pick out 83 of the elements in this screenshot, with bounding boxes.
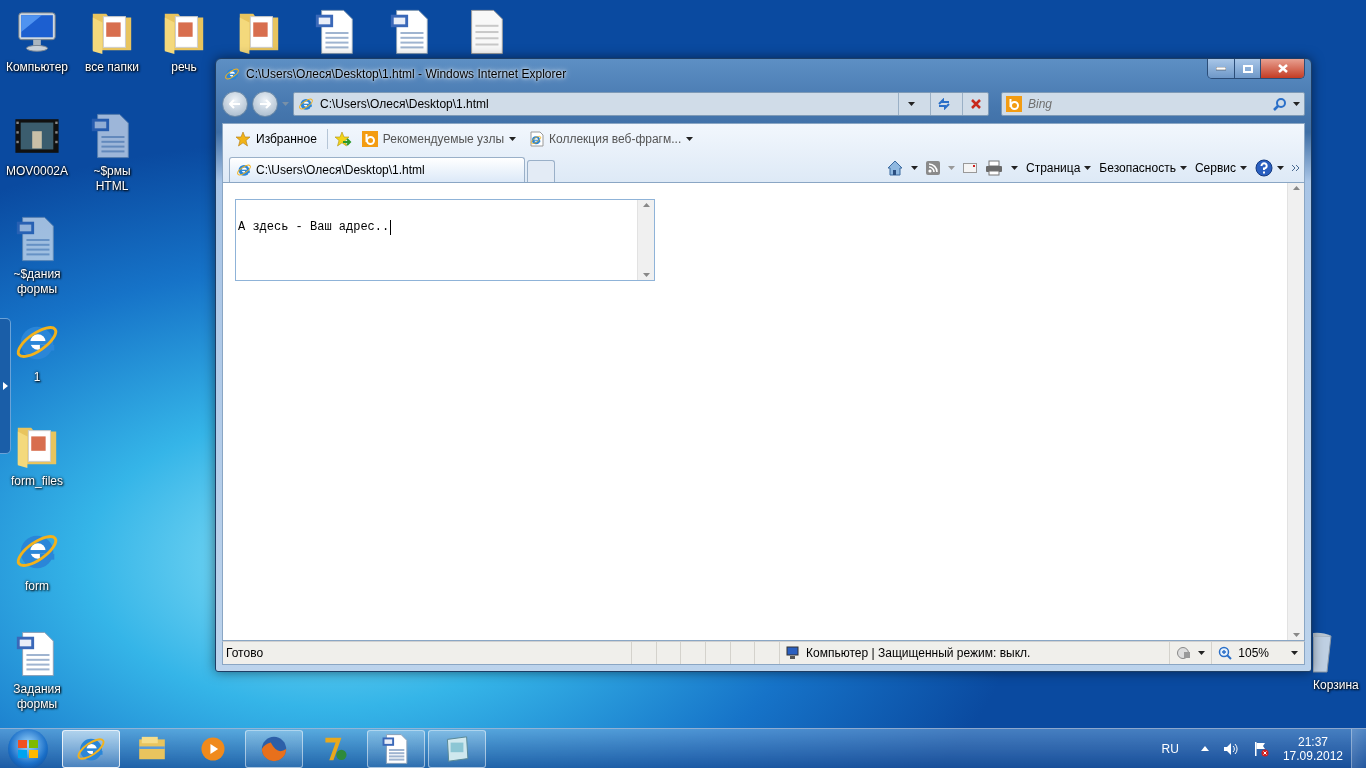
scroll-up-icon	[1292, 186, 1300, 190]
caret-icon	[1240, 166, 1247, 170]
menu-button[interactable]: Сервис	[1194, 161, 1247, 175]
taskbar-button[interactable]	[367, 729, 425, 768]
show-hidden-icons-icon[interactable]	[1200, 746, 1209, 751]
desktop-icon[interactable]: ~$рмы HTML	[74, 112, 150, 194]
close-icon	[1277, 64, 1288, 73]
printer-icon[interactable]	[984, 160, 1003, 176]
favorites-link[interactable]: Коллекция веб-фрагм...	[526, 131, 698, 147]
forward-button[interactable]	[252, 91, 278, 117]
forward-arrow-icon	[259, 99, 271, 109]
caret-icon	[1277, 166, 1284, 170]
back-arrow-icon	[229, 99, 241, 109]
flag-icon[interactable]	[1252, 740, 1269, 757]
caret-icon	[947, 166, 955, 170]
zoom-icon	[1218, 646, 1233, 660]
chevron-icon[interactable]	[1292, 164, 1300, 172]
search-icon[interactable]	[1273, 97, 1287, 111]
scroll-down-icon	[642, 273, 650, 277]
zoom-button[interactable]: 105%	[1211, 642, 1304, 664]
mail-icon[interactable]	[962, 163, 977, 173]
browser-tab[interactable]: C:\Users\Олеся\Desktop\1.html	[229, 157, 525, 182]
bing-icon	[361, 131, 378, 147]
browser-icon	[224, 66, 240, 82]
menu-button[interactable]: Безопасность	[1099, 161, 1187, 175]
search-field[interactable]: Bing	[1001, 92, 1305, 116]
windows-logo-icon	[17, 737, 39, 760]
taskbar-button[interactable]	[62, 729, 120, 768]
browser-icon	[298, 96, 314, 112]
clock[interactable]: 21:37 17.09.2012	[1282, 734, 1343, 763]
stop-icon	[970, 99, 981, 109]
caret-icon	[1198, 651, 1206, 655]
text-area[interactable]: А здесь - Ваш адрес..	[235, 199, 655, 281]
desktop-icon[interactable]: 1	[0, 318, 75, 385]
recycle-bin-icon	[1313, 630, 1333, 674]
help-button[interactable]	[1255, 159, 1284, 177]
back-button[interactable]	[222, 91, 248, 117]
lock-icon	[1176, 646, 1193, 660]
web-page-icon	[530, 131, 544, 147]
help-icon	[1255, 159, 1273, 177]
scrollbar[interactable]	[1287, 183, 1304, 640]
caret-icon	[1291, 651, 1298, 655]
desktop-icon[interactable]: Корзина	[1313, 630, 1359, 693]
bing-icon	[1006, 96, 1022, 112]
refresh-icon	[936, 98, 951, 110]
desktop-icon[interactable]: MOV0002A	[0, 112, 75, 179]
caret-icon	[910, 166, 918, 170]
scroll-down-icon	[1292, 633, 1300, 637]
gadget-tab[interactable]	[0, 318, 11, 454]
minimize-icon	[1216, 66, 1226, 71]
caret-icon	[1179, 166, 1187, 170]
maximize-button[interactable]	[1234, 59, 1260, 78]
start-button[interactable]	[8, 728, 48, 768]
home-icon[interactable]	[886, 160, 903, 176]
status-text: Готово	[225, 646, 265, 660]
caret-icon	[686, 137, 694, 141]
caret-icon	[1293, 102, 1300, 106]
add-favorite-icon[interactable]	[333, 131, 352, 147]
security-zone-text: Компьютер | Защищенный режим: выкл.	[806, 646, 1031, 660]
feed-icon[interactable]	[925, 161, 940, 175]
speaker-icon[interactable]	[1222, 741, 1239, 756]
window-title: C:\Users\Олеся\Desktop\1.html - Windows Internet Explorer	[246, 67, 567, 81]
star-icon	[235, 131, 251, 147]
desktop-icon[interactable]: ~$дания формы	[0, 215, 75, 297]
browser-icon	[236, 162, 252, 178]
desktop-icon[interactable]: Компьютер	[0, 8, 75, 75]
taskbar-button[interactable]	[428, 729, 486, 768]
taskbar-button[interactable]	[245, 729, 303, 768]
scrollbar[interactable]	[637, 200, 654, 280]
caret-icon	[1084, 166, 1092, 170]
menu-button[interactable]: Страница	[1025, 161, 1092, 175]
favorites-button[interactable]: Избранное	[231, 131, 321, 147]
address-field[interactable]: C:\Users\Олеся\Desktop\1.html	[293, 92, 989, 116]
caret-icon	[509, 137, 516, 141]
show-desktop-button[interactable]	[1351, 728, 1366, 768]
scroll-up-icon	[642, 203, 650, 207]
language-indicator[interactable]: RU	[1161, 741, 1179, 756]
close-button[interactable]	[1260, 59, 1304, 78]
caret-icon	[1010, 166, 1018, 170]
caret-icon	[908, 102, 915, 106]
maximize-icon	[1242, 64, 1253, 73]
expand-arrow-icon	[2, 382, 8, 390]
favorites-link[interactable]: Рекомендуемые узлы	[357, 131, 520, 147]
